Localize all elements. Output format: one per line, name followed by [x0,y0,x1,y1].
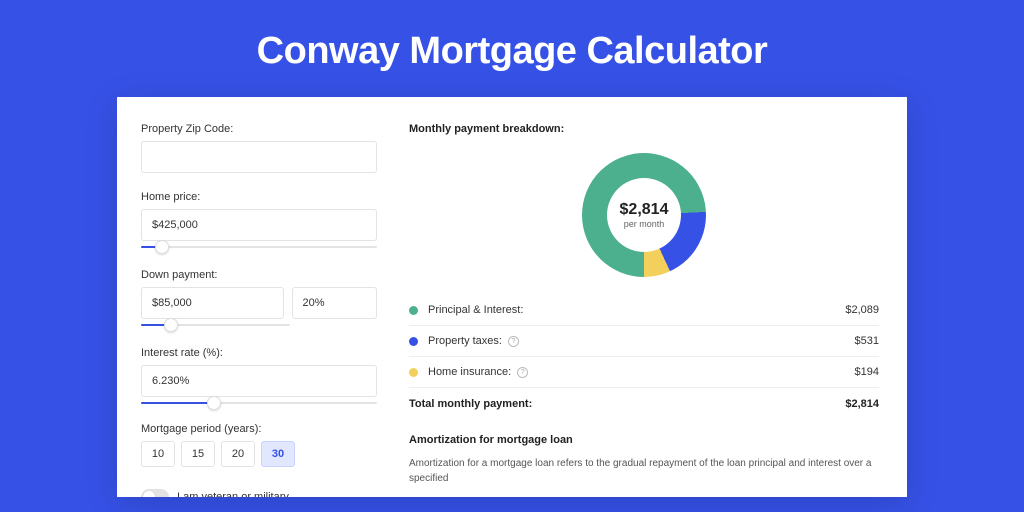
total-label: Total monthly payment: [409,398,845,410]
mortgage-period-label: Mortgage period (years): [141,423,377,435]
home-price-slider[interactable] [141,241,377,253]
legend-row: Principal & Interest:$2,089 [409,295,879,326]
field-zip: Property Zip Code: [141,123,377,173]
amortization-title: Amortization for mortgage loan [409,434,879,446]
legend-value: $194 [855,366,879,378]
total-row: Total monthly payment: $2,814 [409,388,879,420]
donut-center-sub: per month [624,219,665,229]
breakdown-panel: Monthly payment breakdown: $2,814 per mo… [397,97,907,497]
legend-value: $531 [855,335,879,347]
down-payment-amount-input[interactable] [141,287,284,319]
legend-label: Home insurance:? [428,366,855,378]
interest-rate-label: Interest rate (%): [141,347,377,359]
legend-label: Property taxes:? [428,335,855,347]
donut: $2,814 per month [582,153,706,277]
amortization-body: Amortization for a mortgage loan refers … [409,456,879,486]
legend-row: Home insurance:?$194 [409,357,879,388]
legend-row: Property taxes:?$531 [409,326,879,357]
mortgage-period-option-15[interactable]: 15 [181,441,215,467]
mortgage-period-options: 10152030 [141,441,377,467]
field-down-payment: Down payment: [141,269,377,331]
zip-input[interactable] [141,141,377,173]
page-title: Conway Mortgage Calculator [257,30,768,73]
legend-label: Principal & Interest: [428,304,845,316]
down-payment-label: Down payment: [141,269,377,281]
calculator-card: Property Zip Code: Home price: Down paym… [117,97,907,497]
slider-thumb[interactable] [155,240,169,254]
interest-rate-slider[interactable] [141,397,377,409]
home-price-input[interactable] [141,209,377,241]
veteran-label: I am veteran or military [177,491,289,497]
total-value: $2,814 [845,398,879,410]
slider-thumb[interactable] [164,318,178,332]
home-price-label: Home price: [141,191,377,203]
mortgage-period-option-30[interactable]: 30 [261,441,295,467]
veteran-row: I am veteran or military [141,489,377,497]
donut-center-value: $2,814 [620,201,669,219]
breakdown-title: Monthly payment breakdown: [409,123,879,135]
legend-dot [409,337,418,346]
legend-value: $2,089 [845,304,879,316]
legend-dot [409,368,418,377]
legend-dot [409,306,418,315]
input-panel: Property Zip Code: Home price: Down paym… [117,97,397,497]
veteran-toggle[interactable] [141,489,169,497]
donut-chart: $2,814 per month [409,145,879,285]
interest-rate-input[interactable] [141,365,377,397]
down-payment-percent-input[interactable] [292,287,377,319]
field-interest-rate: Interest rate (%): [141,347,377,409]
amortization-section: Amortization for mortgage loan Amortizat… [409,434,879,486]
legend: Principal & Interest:$2,089Property taxe… [409,295,879,388]
field-mortgage-period: Mortgage period (years): 10152030 [141,423,377,467]
info-icon[interactable]: ? [508,336,519,347]
mortgage-period-option-10[interactable]: 10 [141,441,175,467]
field-home-price: Home price: [141,191,377,253]
mortgage-period-option-20[interactable]: 20 [221,441,255,467]
slider-thumb[interactable] [207,396,221,410]
info-icon[interactable]: ? [517,367,528,378]
down-payment-slider[interactable] [141,319,290,331]
zip-label: Property Zip Code: [141,123,377,135]
